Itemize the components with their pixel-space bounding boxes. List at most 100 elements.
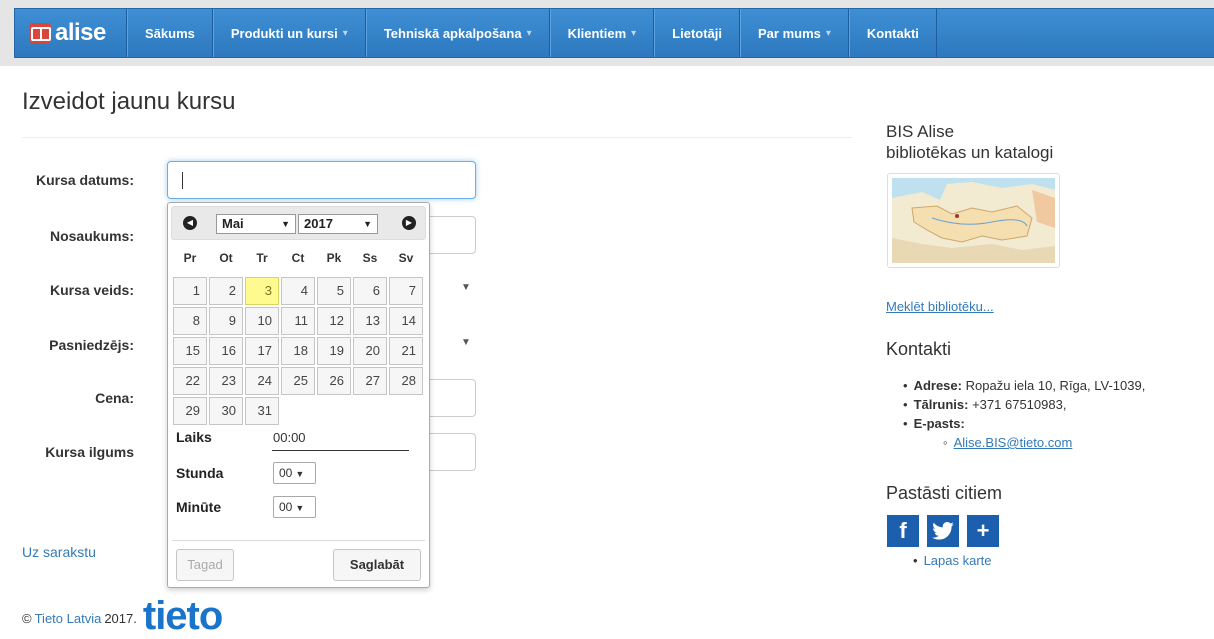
calendar-day[interactable]: 16 xyxy=(209,337,243,365)
chevron-down-icon: ▼ xyxy=(363,219,372,229)
top-navbar: alise Sākums Produkti un kursi ▾ Tehniskā a… xyxy=(0,0,1214,66)
nav-item-0[interactable]: Sākums xyxy=(127,9,213,57)
calendar-day[interactable]: 12 xyxy=(317,307,351,335)
chevron-down-icon: ▾ xyxy=(631,27,637,39)
calendar-day[interactable]: 29 xyxy=(173,397,207,425)
calendar-day[interactable]: 4 xyxy=(281,277,315,305)
brand-name: alise xyxy=(55,19,106,46)
tieto-logo: tieto xyxy=(142,594,223,638)
calendar-day[interactable]: 17 xyxy=(245,337,279,365)
chevron-down-icon: ▼ xyxy=(461,337,471,348)
month-select[interactable]: Mai ▼ xyxy=(216,214,296,234)
nav-item-2[interactable]: Tehniskā apkalpošana ▾ xyxy=(365,9,550,57)
teacher-label: Pasniedzējs: xyxy=(49,337,134,353)
calendar-day[interactable]: 9 xyxy=(209,307,243,335)
calendar-day[interactable]: 30 xyxy=(209,397,243,425)
calendar-day[interactable]: 14 xyxy=(389,307,423,335)
footer: © Tieto Latvia 2017. tieto xyxy=(22,588,223,638)
date-input[interactable] xyxy=(167,161,476,199)
search-library-link[interactable]: Meklēt bibliotēku... xyxy=(886,299,994,314)
twitter-icon[interactable] xyxy=(927,515,959,547)
address-value: Ropažu iela 10, Rīga, LV-1039, xyxy=(965,378,1146,393)
datepicker-popup: ◀ Mai ▼ 2017 ▼ ▶ Pr Ot Tr Ct Pk Ss Sv 12345678… xyxy=(167,202,430,588)
now-button[interactable]: Tagad xyxy=(176,549,234,581)
calendar-day[interactable]: 20 xyxy=(353,337,387,365)
bird-shape xyxy=(932,522,954,540)
calendar-day[interactable]: 6 xyxy=(353,277,387,305)
calendar-day[interactable]: 19 xyxy=(317,337,351,365)
address-label: Adrese: xyxy=(913,378,962,393)
calendar-day[interactable]: 22 xyxy=(173,367,207,395)
book-icon xyxy=(29,23,51,43)
nav-item-label: Klientiem xyxy=(567,25,627,41)
calendar-day[interactable]: 15 xyxy=(173,337,207,365)
minute-select[interactable]: 00 ▼ xyxy=(273,496,316,518)
phone-label: Tālrunis: xyxy=(913,397,969,412)
list-item: Tālrunis: +371 67510983, xyxy=(903,395,1145,414)
time-label: Laiks xyxy=(176,429,212,445)
time-value: 00:00 xyxy=(273,430,306,445)
navbar-bar: alise Sākums Produkti un kursi ▾ Tehniskā a… xyxy=(14,8,1214,58)
calendar-day[interactable]: 2 xyxy=(209,277,243,305)
calendar-day[interactable]: 7 xyxy=(389,277,423,305)
save-button[interactable]: Saglabāt xyxy=(333,549,421,581)
brand-logo[interactable]: alise xyxy=(15,9,127,57)
calendar-day[interactable]: 27 xyxy=(353,367,387,395)
contact-list: Adrese: Ropažu iela 10, Rīga, LV-1039, T… xyxy=(903,376,1146,452)
weekday-label: Tr xyxy=(256,251,268,265)
calendar-day[interactable]: 28 xyxy=(389,367,423,395)
chevron-down-icon: ▼ xyxy=(295,469,305,479)
calendar-day[interactable]: 26 xyxy=(317,367,351,395)
sidebar-title-line2: bibliotēkas un katalogi xyxy=(886,143,1054,162)
chevron-down-icon: ▾ xyxy=(526,27,532,39)
calendar-day[interactable]: 31 xyxy=(245,397,279,425)
sidebar-title: BIS Alise bibliotēkas un katalogi xyxy=(886,121,1053,163)
nav-item-label: Sākums xyxy=(145,25,195,41)
nav-item-5[interactable]: Par mums ▾ xyxy=(740,9,849,57)
year-select[interactable]: 2017 ▼ xyxy=(298,214,378,234)
back-to-list-link[interactable]: Uz sarakstu xyxy=(22,544,96,560)
weekday-label: Ot xyxy=(219,251,233,265)
weekday-label: Sv xyxy=(398,251,414,265)
date-label: Kursa datums: xyxy=(35,172,134,188)
hour-value: 00 xyxy=(279,466,293,480)
contacts-heading: Kontakti xyxy=(886,339,952,359)
calendar-day[interactable]: 25 xyxy=(281,367,315,395)
calendar-day[interactable]: 21 xyxy=(389,337,423,365)
calendar-day[interactable]: 3 xyxy=(245,277,279,305)
hour-select[interactable]: 00 ▼ xyxy=(273,462,316,484)
calendar-day[interactable]: 24 xyxy=(245,367,279,395)
calendar-day[interactable]: 8 xyxy=(173,307,207,335)
map-graphic xyxy=(892,178,1055,263)
nav-item-label: Tehniskā apkalpošana xyxy=(383,25,522,41)
month-value: Mai xyxy=(222,216,244,231)
latvia-map-image[interactable] xyxy=(887,173,1060,268)
calendar-day[interactable]: 23 xyxy=(209,367,243,395)
chevron-down-icon: ▾ xyxy=(825,27,831,39)
datepicker-header: ◀ Mai ▼ 2017 ▼ ▶ xyxy=(171,206,426,240)
nav-item-3[interactable]: Klientiem ▾ xyxy=(549,9,655,57)
nav-item-label: Produkti un kursi xyxy=(230,25,338,41)
time-slider-track[interactable] xyxy=(272,450,409,451)
chevron-down-icon: ▼ xyxy=(461,282,471,293)
title-divider xyxy=(22,137,852,138)
calendar-day[interactable]: 13 xyxy=(353,307,387,335)
calendar-day[interactable]: 18 xyxy=(281,337,315,365)
plus-share-icon[interactable]: + xyxy=(967,515,999,547)
prev-month-icon[interactable]: ◀ xyxy=(183,216,197,230)
calendar-day[interactable]: 1 xyxy=(173,277,207,305)
next-month-icon[interactable]: ▶ xyxy=(402,216,416,230)
nav-item-4[interactable]: Lietotāji xyxy=(654,9,740,57)
email-label: E-pasts: xyxy=(913,416,965,431)
calendar-day[interactable]: 5 xyxy=(317,277,351,305)
sidebar-title-line1: BIS Alise xyxy=(886,122,955,141)
sitemap-link[interactable]: Lapas karte xyxy=(913,553,992,568)
nav-item-6[interactable]: Kontakti xyxy=(848,9,937,57)
calendar-day[interactable]: 10 xyxy=(245,307,279,335)
datepicker-divider xyxy=(172,540,425,541)
hour-label: Stunda xyxy=(176,465,224,481)
email-link[interactable]: Alise.BIS@tieto.com xyxy=(954,435,1073,450)
nav-item-1[interactable]: Produkti un kursi ▾ xyxy=(212,9,366,57)
facebook-icon[interactable]: f xyxy=(887,515,919,547)
calendar-day[interactable]: 11 xyxy=(281,307,315,335)
